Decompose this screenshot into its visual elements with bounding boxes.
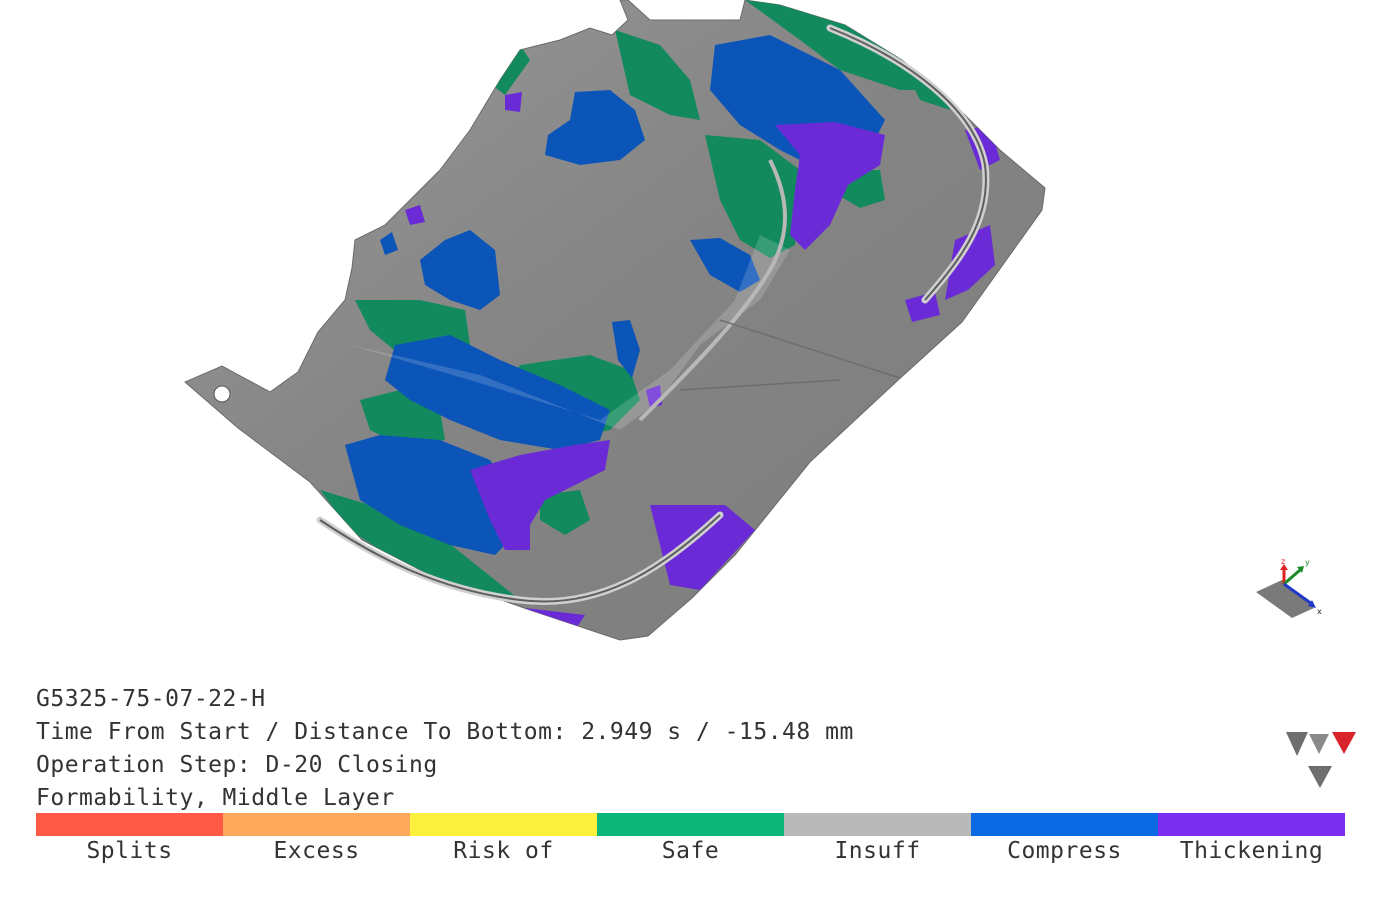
legend-swatch-safe bbox=[597, 813, 784, 836]
x-axis-label: x bbox=[1317, 607, 1322, 616]
y-axis-label: y bbox=[1305, 558, 1310, 567]
formed-part bbox=[184, 0, 1046, 641]
legend-swatch-risk bbox=[410, 813, 597, 836]
operation-step: Operation Step: D-20 Closing bbox=[36, 752, 438, 778]
legend-label-compress: Compress bbox=[1007, 838, 1122, 864]
legend-label-risk: Risk of bbox=[453, 838, 554, 864]
formability-legend: Splits Excess Risk of Safe Insuff Compre… bbox=[36, 813, 1345, 864]
z-axis-label: z bbox=[1281, 557, 1285, 566]
legend-swatch-compress bbox=[971, 813, 1158, 836]
legend-label-safe: Safe bbox=[661, 838, 720, 864]
axis-triad-icon: z y x bbox=[1256, 557, 1322, 618]
legend-label-splits: Splits bbox=[86, 838, 173, 864]
legend-swatch-splits bbox=[36, 813, 223, 836]
legend-swatch-thickening bbox=[1158, 813, 1345, 836]
legend-label-insuff: Insuff bbox=[834, 838, 921, 864]
legend-label-excess: Excess bbox=[273, 838, 360, 864]
result-type: Formability, Middle Layer bbox=[36, 785, 395, 811]
part-id: G5325-75-07-22-H bbox=[36, 686, 266, 712]
legend-label-thickening: Thickening bbox=[1179, 838, 1324, 864]
software-logo-icon bbox=[1286, 732, 1356, 788]
legend-color-bar bbox=[36, 813, 1345, 836]
legend-swatch-insuff bbox=[784, 813, 971, 836]
model-viewport[interactable] bbox=[0, 0, 1392, 670]
legend-swatch-excess bbox=[223, 813, 410, 836]
y-axis-arrow bbox=[1283, 568, 1301, 586]
time-distance-readout: Time From Start / Distance To Bottom: 2.… bbox=[36, 719, 854, 745]
mounting-hole bbox=[213, 385, 231, 403]
